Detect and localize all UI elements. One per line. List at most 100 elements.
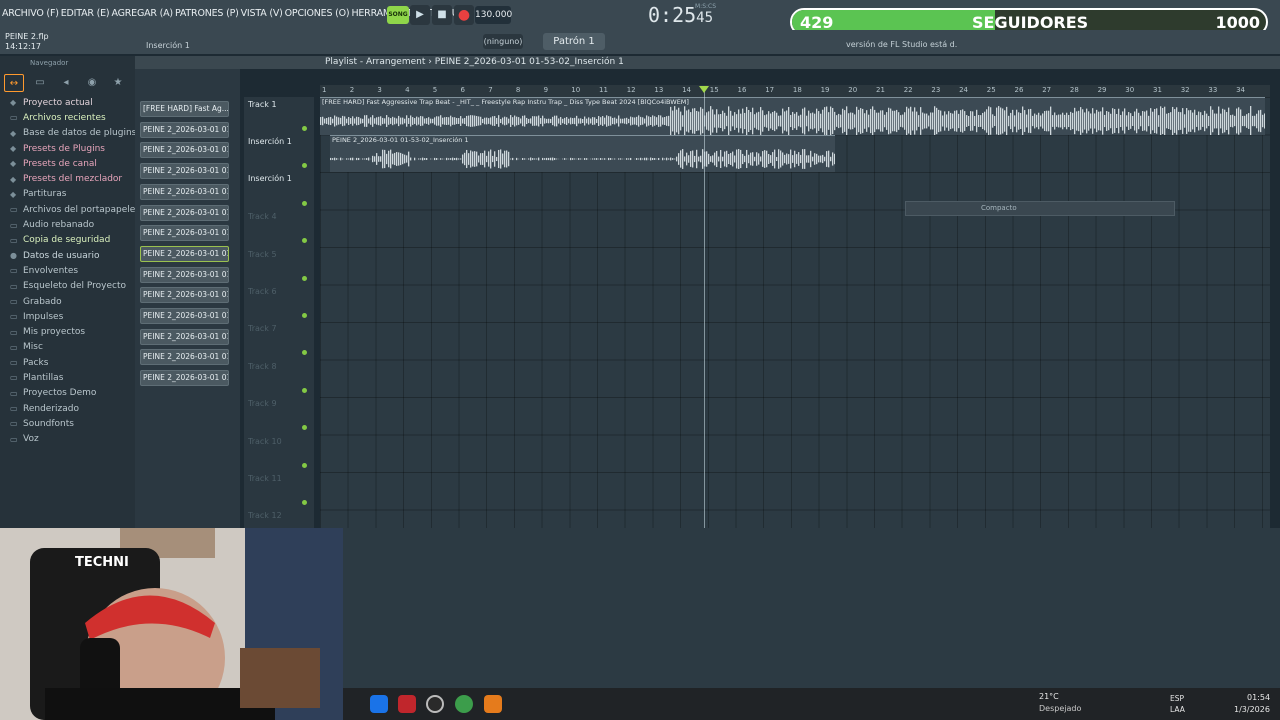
tempo-display[interactable]: 130.000 [475,6,512,24]
browser-item[interactable]: ◆ Presets del mezclador [10,171,140,186]
track-header[interactable]: Track 8 [248,362,277,371]
browser-item[interactable]: ▭ Grabado [10,294,140,309]
picker-clip[interactable]: PEINE 2_2026-03-01 01-... [140,266,229,283]
track-mute-led[interactable] [302,425,307,431]
fl-studio-icon[interactable] [484,695,502,713]
browser-item-label: Plantillas [23,372,64,383]
browser-item[interactable]: ● Datos de usuario [10,248,140,263]
menu-item[interactable]: PATRONES (P) [175,8,239,19]
picker-clip[interactable]: PEINE 2_2026-03-01 01-... [140,328,229,345]
track-header[interactable]: Track 7 [248,324,277,333]
track-mute-led[interactable] [302,200,307,206]
playlist-breadcrumb[interactable]: PEINE 2_2026-03-01 01-53-02_Inserción 1 [435,57,624,67]
audio-clip-recording[interactable]: PEINE 2_2026-03-01 01-53-02_Inserción 1 [330,135,835,172]
track-header[interactable]: Inserción 1 [248,137,292,146]
track-mute-led[interactable] [302,387,307,393]
browser-item[interactable]: ◆ Presets de Plugins [10,141,140,156]
record-button[interactable]: ● [454,5,474,25]
track-mute-led[interactable] [302,350,307,356]
track-header[interactable]: Track 11 [248,474,282,483]
browser-tab-plugins[interactable]: ◂ [56,74,76,92]
browser-item[interactable]: ▭ Archivos recientes [10,110,140,125]
snap-selector[interactable]: (ninguno) [483,34,523,49]
browser-item[interactable]: ▭ Soundfonts [10,416,140,431]
track-mute-led[interactable] [302,163,307,169]
track-header[interactable]: Track 6 [248,287,277,296]
track-header[interactable]: Track 5 [248,250,277,259]
chrome-icon[interactable] [455,695,473,713]
browser-item[interactable]: ◆ Base de datos de plugins [10,126,140,141]
track-mute-led[interactable] [302,313,307,318]
browser-item[interactable]: ◆ Proyecto actual [10,95,140,110]
picker-clip[interactable]: PEINE 2_2026-03-01 01-... [140,121,229,138]
taskbar-date[interactable]: 1/3/2026 [1234,705,1270,714]
browser-item[interactable]: ▭ Packs [10,355,140,370]
browser-item[interactable]: ▭ Renderizado [10,401,140,416]
picker-clip[interactable]: PEINE 2_2026-03-01 01-... [140,245,229,262]
track-header[interactable]: Track 12 [248,511,282,520]
browser-item[interactable]: ▭ Audio rebanado [10,217,140,232]
track-header[interactable]: Track 4 [248,212,277,221]
browser-tab-favorites[interactable]: ★ [108,74,128,92]
timeline-ruler[interactable]: 1 2 3 4 5 6 7 8 9 10 11 12 13 14 15 16 17 18 19 20 21 22 23 24 2… [320,85,1270,97]
browser-item[interactable]: ▭ Archivos del portapapeles [10,202,140,217]
compact-window[interactable]: Compacto [905,201,1175,216]
weather-description[interactable]: Despejado [1039,704,1081,713]
track-header[interactable]: Track 1 [248,100,277,109]
menu-item[interactable]: ARCHIVO (F) [2,8,59,19]
keyboard-layout-indicator[interactable]: LAA [1170,705,1185,714]
browser-item[interactable]: ▭ Envolventes [10,263,140,278]
audio-clip-beat[interactable]: [FREE HARD] Fast Aggressive Trap Beat - … [320,97,1265,135]
language-indicator[interactable]: ESP [1170,694,1184,703]
browser-item[interactable]: ▭ Mis proyectos [10,324,140,339]
track-mute-led[interactable] [302,238,307,244]
stop-button[interactable]: ■ [432,5,452,25]
track-mute-led[interactable] [302,500,307,505]
track-mute-led[interactable] [302,462,307,468]
track-mute-led[interactable] [302,275,307,281]
folder-icon: ▭ [10,388,18,398]
picker-clip[interactable]: PEINE 2_2026-03-01 01-... [140,225,229,242]
browser-tab-all[interactable]: ↔ [4,74,24,92]
obs-icon[interactable] [426,695,444,713]
browser-tab-files[interactable]: ▭ [30,74,50,92]
picker-clip[interactable]: PEINE 2_2026-03-01 01-... [140,142,229,159]
picker-clip[interactable]: PEINE 2_2026-03-01 01-... [140,204,229,221]
picker-clip[interactable]: PEINE 2_2026-03-01 01-... [140,349,229,366]
menu-item[interactable]: VISTA (V) [241,8,283,19]
picker-clip[interactable]: PEINE 2_2026-03-01 01-... [140,308,229,324]
picker-clip[interactable]: PEINE 2_2026-03-01 01-... [140,183,229,200]
app-icon-red[interactable] [398,695,416,713]
browser-item[interactable]: ▭ Esqueleto del Proyecto [10,279,140,294]
menu-item[interactable]: OPCIONES (O) [285,8,350,19]
play-button[interactable]: ▶ [410,5,430,25]
ruler-bar-number: 18 [792,86,802,94]
track-header[interactable]: Inserción 1 [248,174,292,183]
menu-item[interactable]: AGREGAR (A) [111,8,173,19]
picker-clip[interactable]: PEINE 2_2026-03-01 01-... [140,287,229,304]
browser-item[interactable]: ◆ Presets de canal [10,156,140,171]
browser-item[interactable]: ▭ Proyectos Demo [10,386,140,401]
pattern-selector[interactable]: Patrón 1 [543,33,605,50]
track-header[interactable]: Track 9 [248,399,277,408]
browser-item[interactable]: ▭ Misc [10,340,140,355]
playhead-marker[interactable] [699,86,709,93]
picker-clip[interactable]: PEINE 2_2026-03-01 01-... [140,163,229,180]
browser-tab-settings[interactable]: ◉ [82,74,102,92]
browser-item[interactable]: ▭ Plantillas [10,370,140,385]
picker-clip[interactable]: PEINE 2_2026-03-01 01-... [140,370,229,387]
song-mode-button[interactable]: SONG [387,6,409,24]
menu-item[interactable]: EDITAR (E) [61,8,110,19]
weather-temperature[interactable]: 21°C [1039,692,1059,701]
track-header[interactable]: Track 10 [248,437,282,446]
picker-clip[interactable]: [FREE HARD] Fast Ag... [140,101,229,117]
taskbar-clock[interactable]: 01:54 [1247,693,1270,702]
ruler-bar-number: 5 [432,86,438,94]
news-ticker[interactable]: versión de FL Studio está d. [846,40,957,49]
browser-item[interactable]: ◆ Partituras [10,187,140,202]
edge-icon[interactable] [370,695,388,713]
browser-item[interactable]: ▭ Copia de seguridad [10,233,140,248]
browser-item[interactable]: ▭ Voz [10,432,140,447]
track-mute-led[interactable] [302,126,307,131]
browser-item[interactable]: ▭ Impulses [10,309,140,324]
